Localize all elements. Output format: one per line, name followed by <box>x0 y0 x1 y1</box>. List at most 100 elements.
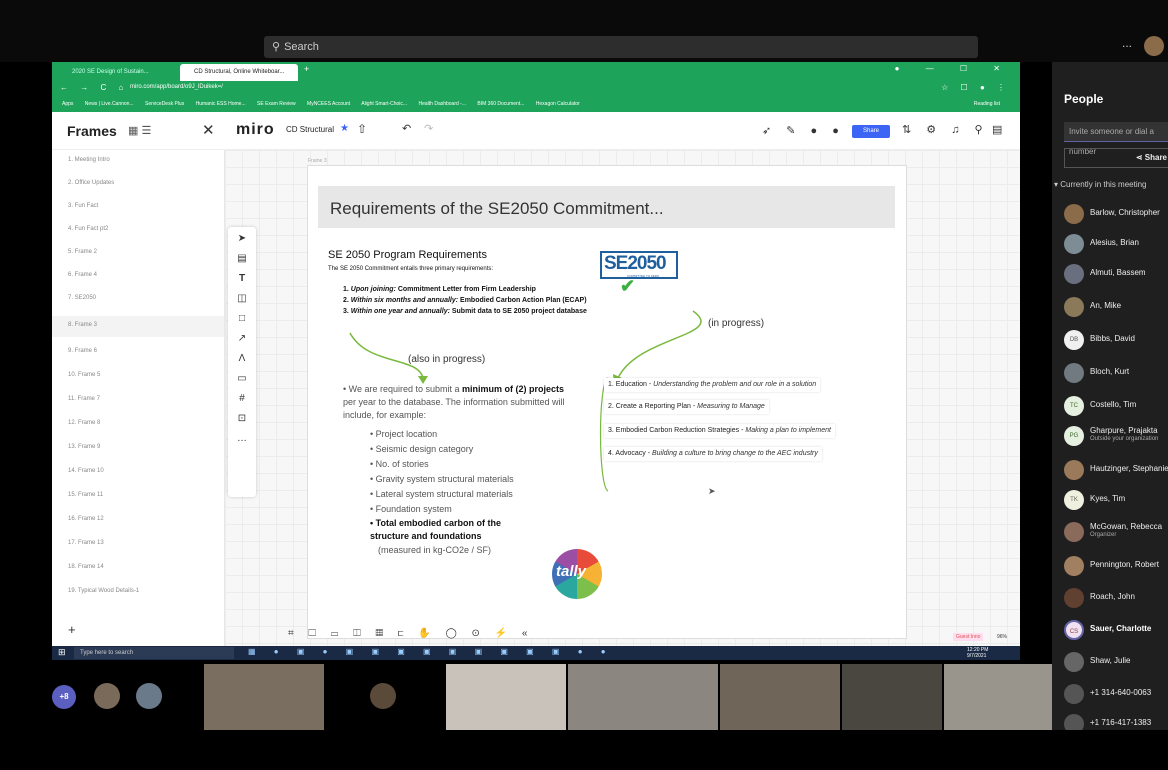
frame-item[interactable]: 3. Fun Fact <box>68 203 98 209</box>
frame-item[interactable]: 11. Frame 7 <box>68 396 100 402</box>
frame-item[interactable]: 18. Frame 14 <box>68 564 104 570</box>
browser-tab[interactable]: 2020 SE Design of Sustain... <box>58 64 178 81</box>
board-name[interactable]: CD Structural <box>286 125 334 134</box>
participant-row[interactable]: +1 716-417-1383 <box>1064 712 1168 730</box>
line-icon[interactable]: ↗ <box>228 333 256 344</box>
bottom-toolbar[interactable]: ⌗ ☐ ▭ ◫ ▦ ⊏ ✋ ◯ ⊙ ⚡ « <box>288 628 534 639</box>
participant-row[interactable]: PG Gharpure, Prajakta Outside your organiz… <box>1064 424 1168 448</box>
in-meeting-section[interactable]: ▾ Currently in this meeting <box>1054 180 1147 189</box>
undo-icon[interactable]: ↶ <box>402 122 411 135</box>
reading-list[interactable]: Reading list <box>974 97 1000 112</box>
text-icon[interactable]: T <box>228 273 256 284</box>
bookmark[interactable]: Hexagon Calculator <box>536 101 580 107</box>
frame-item[interactable]: 10. Frame 5 <box>68 372 100 378</box>
participant-row[interactable]: Barlow, Christopher <box>1064 202 1168 226</box>
shape-icon[interactable]: □ <box>228 313 256 324</box>
extension-icons[interactable]: ☆ ☐ ● ⋮ <box>941 83 1010 92</box>
participant-row[interactable]: CS Sauer, Charlotte <box>1064 618 1168 642</box>
frame-item[interactable]: 15. Frame 11 <box>68 492 103 498</box>
frame-icon[interactable]: # <box>228 393 256 404</box>
frame-item[interactable]: 1. Meeting Intro <box>68 157 110 163</box>
window-controls[interactable]: ● — ☐ ✕ <box>895 64 1012 73</box>
frame-item[interactable]: 14. Frame 10 <box>68 468 104 474</box>
participant-row[interactable]: +1 314-640-0063 <box>1064 682 1168 706</box>
bookmark[interactable]: News | Live.Cannon... <box>85 101 134 107</box>
participant-row[interactable]: DB Bibbs, David <box>1064 328 1168 352</box>
bookmark[interactable]: SE Exam Review <box>257 101 296 107</box>
participant-row[interactable]: Alesius, Brian <box>1064 232 1168 256</box>
browser-tab-active[interactable]: CD Structural, Online Whiteboar... <box>180 64 298 81</box>
frame-item[interactable]: 16. Frame 12 <box>68 516 104 522</box>
strategy-item[interactable]: 4. Advocacy - Building a culture to brin… <box>604 447 822 461</box>
windows-start-icon[interactable]: ⊞ <box>58 647 66 658</box>
grid-list-view-icon[interactable]: ▦ ☰ <box>128 124 151 137</box>
strategy-item[interactable]: 1. Education - Understanding the problem… <box>604 378 821 392</box>
participant-row[interactable]: Almuti, Bassem <box>1064 262 1168 286</box>
frame-item[interactable]: 9. Frame 6 <box>68 348 97 354</box>
strategy-item[interactable]: 3. Embodied Carbon Reduction Strategies … <box>604 424 835 438</box>
close-icon[interactable]: ✕ <box>202 121 215 139</box>
zoom-level[interactable]: 96% <box>997 634 1007 640</box>
taskbar-search[interactable]: Type here to search <box>74 647 234 659</box>
bookmark[interactable]: ServiceDesk Plus <box>145 101 184 107</box>
frame-item[interactable]: 5. Frame 2 <box>68 249 97 255</box>
export-icon[interactable]: ⇧ <box>357 122 367 136</box>
slide-frame[interactable]: Requirements of the SE2050 Commitment...… <box>307 165 907 639</box>
participant-video[interactable] <box>720 664 840 730</box>
participant-avatar[interactable] <box>136 683 162 709</box>
templates-icon[interactable]: ▤ <box>228 253 256 264</box>
teams-search-input[interactable]: ⚲ Search <box>264 36 978 58</box>
comment-icon[interactable]: ▭ <box>228 373 256 384</box>
invite-input[interactable]: Invite someone or dial a number <box>1064 122 1168 156</box>
frame-item[interactable]: 2. Office Updates <box>68 180 114 186</box>
user-avatar[interactable] <box>1144 36 1164 56</box>
frame-item[interactable]: 7. SE2050 <box>68 295 96 301</box>
bookmark[interactable]: Alight Smart-Choic... <box>361 101 407 107</box>
share-button[interactable]: Share <box>852 125 890 138</box>
participant-row[interactable]: McGowan, Rebecca Organizer <box>1064 520 1168 544</box>
participant-video[interactable] <box>944 664 1054 730</box>
participant-row[interactable]: Pennington, Robert <box>1064 554 1168 578</box>
collaborator-icons[interactable]: ➶ ✎ ● ● <box>762 124 845 137</box>
bookmark[interactable]: BIM 360 Document... <box>477 101 524 107</box>
sticky-note-icon[interactable]: ◫ <box>228 293 256 304</box>
participant-row[interactable]: Roach, John <box>1064 586 1168 610</box>
participant-video[interactable] <box>204 664 324 730</box>
add-frame-icon[interactable]: + <box>68 622 76 637</box>
participant-avatar[interactable] <box>94 683 120 709</box>
participant-row[interactable]: Hautzinger, Stephanie <box>1064 458 1168 482</box>
board-tool-icons[interactable]: ⇅ ⚙ ♫ ⚲ <box>902 123 989 136</box>
frame-item[interactable]: 13. Frame 9 <box>68 444 100 450</box>
bookmark[interactable]: Health Dashboard -... <box>418 101 466 107</box>
participant-video[interactable] <box>842 664 942 730</box>
new-tab-icon[interactable]: + <box>304 64 309 74</box>
participant-row[interactable]: TK Kyes, Tim <box>1064 488 1168 512</box>
frame-item[interactable]: 17. Frame 13 <box>68 540 104 546</box>
participant-video[interactable] <box>446 664 566 730</box>
board-canvas[interactable]: ➤ ▤ T ◫ □ ↗ Λ ▭ # ⊡ … Frame 3 Requiremen… <box>225 150 1020 650</box>
strategy-item[interactable]: 2. Create a Reporting Plan - Measuring t… <box>604 400 769 414</box>
participant-row[interactable]: Shaw, Julie <box>1064 650 1168 674</box>
pen-icon[interactable]: Λ <box>228 353 256 364</box>
nav-icons[interactable]: ← → C ⌂ <box>60 83 128 92</box>
bookmark[interactable]: Humanic ESS Home... <box>196 101 246 107</box>
frame-item[interactable]: 6. Frame 4 <box>68 272 97 278</box>
frame-item[interactable]: 12. Frame 8 <box>68 420 100 426</box>
notes-icon[interactable]: ▤ <box>992 123 1002 136</box>
more-participants-badge[interactable]: +8 <box>52 685 76 709</box>
frame-item[interactable]: 8. Frame 3 <box>68 322 97 328</box>
upload-icon[interactable]: ⊡ <box>228 413 256 424</box>
participant-avatar[interactable] <box>370 683 396 709</box>
participant-row[interactable]: Bloch, Kurt <box>1064 361 1168 385</box>
frame-item[interactable]: 4. Fun Fact pt2 <box>68 226 108 232</box>
share-invite-button[interactable]: ⋖ Share <box>1064 148 1168 168</box>
more-options-button[interactable]: ... <box>1122 36 1132 50</box>
star-icon[interactable]: ★ <box>340 123 349 134</box>
frame-item[interactable]: 19. Typical Wood Details-1 <box>68 588 139 594</box>
select-icon[interactable]: ➤ <box>228 233 256 244</box>
participant-row[interactable]: TC Costello, Tim <box>1064 394 1168 418</box>
bookmark[interactable]: Apps <box>62 101 73 107</box>
participant-video[interactable] <box>568 664 718 730</box>
more-tools-icon[interactable]: … <box>228 433 256 444</box>
taskbar-app-icons[interactable]: ▦ ● ▣ ● ▣ ▣ ▣ ▣ ▣ ▣ ▣ ▣ ▣ ● ● <box>248 647 614 656</box>
